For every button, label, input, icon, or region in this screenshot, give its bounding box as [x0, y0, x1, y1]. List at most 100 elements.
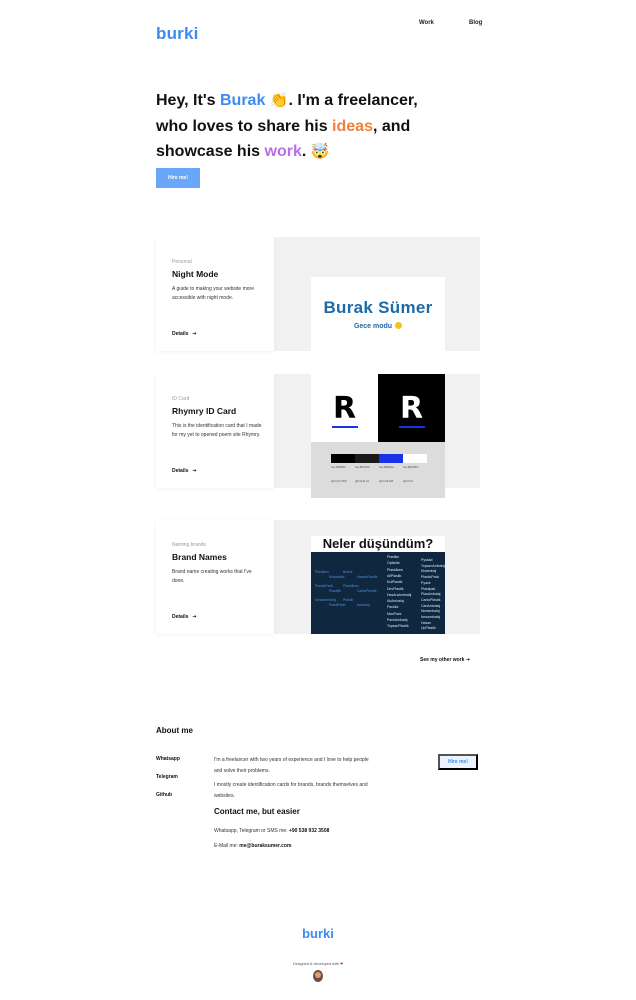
telegram-link[interactable]: Telegram — [156, 774, 178, 780]
contact-title: Contact me, but easier — [214, 807, 300, 816]
avatar — [313, 970, 323, 982]
arrow-right-icon: ➔ — [192, 468, 197, 474]
about-paragraph: I mostly create identification cards for… — [214, 782, 368, 799]
card-details-link[interactable]: Details ➔ — [172, 331, 197, 337]
whatsapp-link[interactable]: Whatsapp — [156, 756, 180, 762]
nav-link-work[interactable]: Work — [419, 20, 434, 26]
hero-work: work — [264, 143, 302, 160]
email-line: E-Mail me: me@buraksumer.com — [214, 843, 292, 849]
brand-name-word: Optiside — [387, 561, 400, 566]
brand-names-image: Neler düşündüm? Plastiks Optiside Plasbili… — [311, 536, 445, 634]
card-info: ID Card Rhymry ID Card This is the ident… — [156, 374, 274, 488]
swatch-label: hex #1F1F1F — [355, 466, 370, 469]
brand-name-word: Pyack — [421, 580, 431, 585]
logo-tile-light: R — [311, 374, 378, 442]
project-card-brand-names[interactable]: Naming brands Brand Names Brand name cre… — [156, 520, 480, 634]
brand-name-word: Plastifik — [329, 589, 342, 593]
card-info: Naming brands Brand Names Brand name cre… — [156, 520, 274, 634]
brand-name-word: AkAmbalaj — [387, 599, 404, 604]
logo-letter: R — [399, 390, 424, 426]
brand-name-word: Plasbiliam — [387, 567, 403, 572]
hero-text: showcase his — [156, 143, 265, 160]
brand-name-word: PlasAmbalaj — [421, 592, 441, 597]
about-paragraph: I'm a freelancer with two years of exper… — [214, 757, 369, 774]
card-description: A guide to making your website more acce… — [172, 286, 254, 301]
card-tag: Naming brands — [172, 542, 206, 548]
hero-ideas: ideas — [332, 117, 373, 135]
card-details-link[interactable]: Details ➔ — [172, 614, 197, 620]
card-info: Personal Night Mode A guide to making yo… — [156, 237, 274, 351]
email-address[interactable]: me@buraksumer.com — [239, 843, 291, 849]
github-link[interactable]: Github — [156, 792, 172, 798]
hero-name: Burak — [219, 92, 266, 109]
arrow-right-icon: ➔ — [465, 657, 471, 663]
color-swatch — [379, 454, 403, 463]
color-swatch — [331, 454, 355, 463]
project-card-rhymry[interactable]: ID Card Rhymry ID Card This is the ident… — [156, 374, 480, 498]
brand-name-word: Nonambalaj — [421, 609, 440, 614]
logo-tile-dark: R — [378, 374, 445, 442]
brand-name-word: HasanPlastik — [357, 575, 378, 579]
footer-note: Designed & developed with ❤ — [292, 962, 344, 966]
brand-name-word: KulPlastik — [387, 580, 403, 585]
nav-link-blog[interactable]: Blog — [469, 20, 482, 26]
color-swatch — [403, 454, 427, 463]
brand-name-word: PlasticPack — [315, 584, 334, 588]
heart-icon: ❤ — [339, 962, 344, 966]
hire-me-button[interactable]: Hire me! — [156, 168, 200, 188]
hero-heading: Hey, It's Burak 👏. I'm a freelancer, who… — [156, 88, 456, 165]
brand-name-word: Packila — [387, 605, 399, 610]
night-mode-image-title: Burak Sümer — [323, 298, 433, 317]
swatch-label: rgb 0,0,0 — [403, 480, 413, 483]
logo-underline — [332, 426, 358, 428]
brand-name-word: Plastikon — [315, 570, 330, 574]
brand-name-word: HasAraAmbalaj — [387, 592, 412, 597]
see-other-work-link[interactable]: See my other work ➔ — [420, 657, 470, 663]
swatch-label: hex #FFFFFF — [403, 466, 419, 469]
card-description: This is the identification card that I m… — [172, 423, 262, 438]
brand-name-word: Plastik — [343, 598, 354, 602]
hero-text: who loves to share his — [156, 117, 333, 135]
brand-name-word: Nosstable — [329, 575, 345, 579]
brand-name-word: Ambalaj — [357, 603, 370, 607]
about-title: About me — [156, 726, 193, 735]
swatch-label: hex #0022da — [379, 466, 394, 469]
project-card-night-mode[interactable]: Personal Night Mode A guide to making yo… — [156, 237, 480, 351]
swatch-label: rgb 0,34,218 — [379, 480, 394, 483]
brand-name-word: AllPlastik — [387, 573, 402, 578]
card-description: Brand name creating works that I've done… — [172, 569, 252, 584]
card-title: Night Mode — [172, 269, 219, 279]
brand-name-word: CanAmbalaj — [421, 603, 441, 608]
arrow-right-icon: ➔ — [192, 331, 197, 337]
phone-line: Whatsapp, Telegram or SMS me: +90 538 93… — [214, 828, 330, 834]
card-tag: Personal — [172, 259, 192, 265]
brand-name-word: Plastiks — [387, 555, 400, 559]
brand-name-word: PackAmbalaj — [387, 618, 408, 622]
brand-names-heading: Neler düşündüm? — [311, 536, 445, 552]
site-logo[interactable]: burki — [156, 24, 199, 44]
footer-logo[interactable]: burki — [0, 926, 636, 941]
other-work-label: See my other work — [420, 657, 465, 663]
logo-letter: R — [332, 390, 357, 426]
hero-text: Hey, It's — [156, 92, 220, 109]
swatch-label: rgb 31,31,31 — [355, 480, 370, 483]
hero-text: . — [301, 143, 307, 160]
color-swatch — [355, 454, 379, 463]
brand-name-word: Plasbiliam — [343, 584, 359, 588]
card-title: Rhymry ID Card — [172, 406, 237, 416]
hire-me-button-secondary[interactable]: Hire me! — [438, 754, 478, 770]
mind-blown-emoji-icon: 🤯 — [310, 143, 330, 160]
brand-name-word: Plastipak — [421, 586, 436, 591]
brand-name-word: Brand — [343, 570, 353, 574]
logo-underline — [399, 426, 425, 428]
phone-number[interactable]: +90 538 932 3508 — [289, 828, 329, 834]
details-label: Details — [172, 468, 189, 474]
moon-icon — [395, 322, 403, 329]
card-tag: ID Card — [172, 396, 190, 402]
hero-text: . I'm a freelancer, — [288, 92, 418, 109]
card-details-link[interactable]: Details ➔ — [172, 468, 197, 474]
brand-name-word: TopsanPlastik — [387, 624, 409, 629]
swatch-label: rgb 0,0,0 CMY — [331, 480, 348, 483]
clap-emoji-icon: 👏 — [269, 92, 289, 109]
brand-name-word: Hasan — [421, 620, 432, 625]
